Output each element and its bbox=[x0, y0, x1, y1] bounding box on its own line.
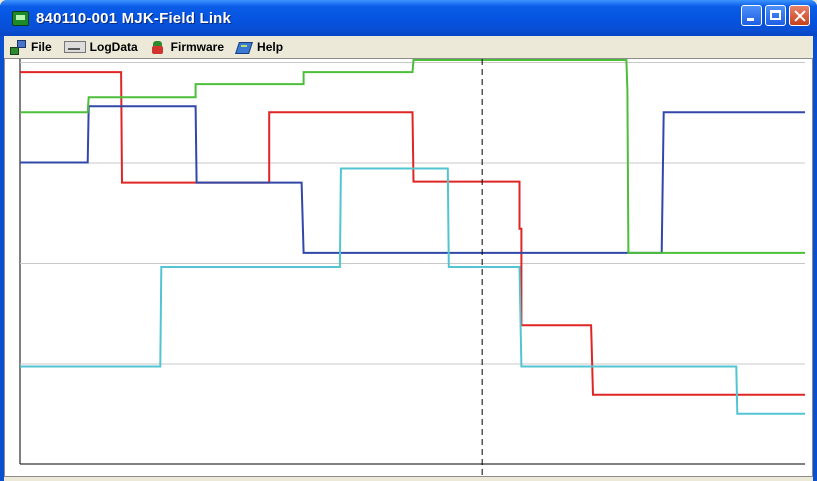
menu-firmware[interactable]: Firmware bbox=[150, 40, 224, 54]
app-icon bbox=[12, 10, 29, 26]
chart-gridlines bbox=[20, 62, 805, 365]
chart-panel[interactable] bbox=[4, 58, 813, 477]
app-window: 840110-001 MJK-Field Link File LogData F… bbox=[0, 0, 817, 481]
menu-help-label: Help bbox=[257, 40, 284, 54]
chart-series-group bbox=[20, 59, 805, 415]
menu-file[interactable]: File bbox=[10, 40, 52, 55]
firmware-icon bbox=[150, 40, 167, 54]
status-strip bbox=[4, 477, 813, 481]
menu-bar: File LogData Firmware Help bbox=[4, 36, 813, 58]
title-bar[interactable]: 840110-001 MJK-Field Link bbox=[0, 0, 817, 36]
menu-firmware-label: Firmware bbox=[170, 40, 225, 54]
file-network-icon bbox=[10, 40, 27, 55]
maximize-button[interactable] bbox=[765, 5, 786, 26]
menu-logdata[interactable]: LogData bbox=[63, 40, 138, 54]
menu-logdata-label: LogData bbox=[89, 40, 138, 54]
logdata-icon bbox=[63, 41, 86, 53]
close-button[interactable] bbox=[789, 5, 810, 26]
minimize-button[interactable] bbox=[741, 5, 762, 26]
log-chart[interactable] bbox=[5, 59, 812, 476]
series-line-3 bbox=[20, 167, 805, 415]
window-title: 840110-001 MJK-Field Link bbox=[36, 9, 232, 27]
help-book-icon bbox=[236, 40, 253, 54]
menu-help[interactable]: Help bbox=[236, 40, 283, 54]
series-line-0 bbox=[20, 71, 805, 396]
menu-file-label: File bbox=[31, 40, 52, 54]
